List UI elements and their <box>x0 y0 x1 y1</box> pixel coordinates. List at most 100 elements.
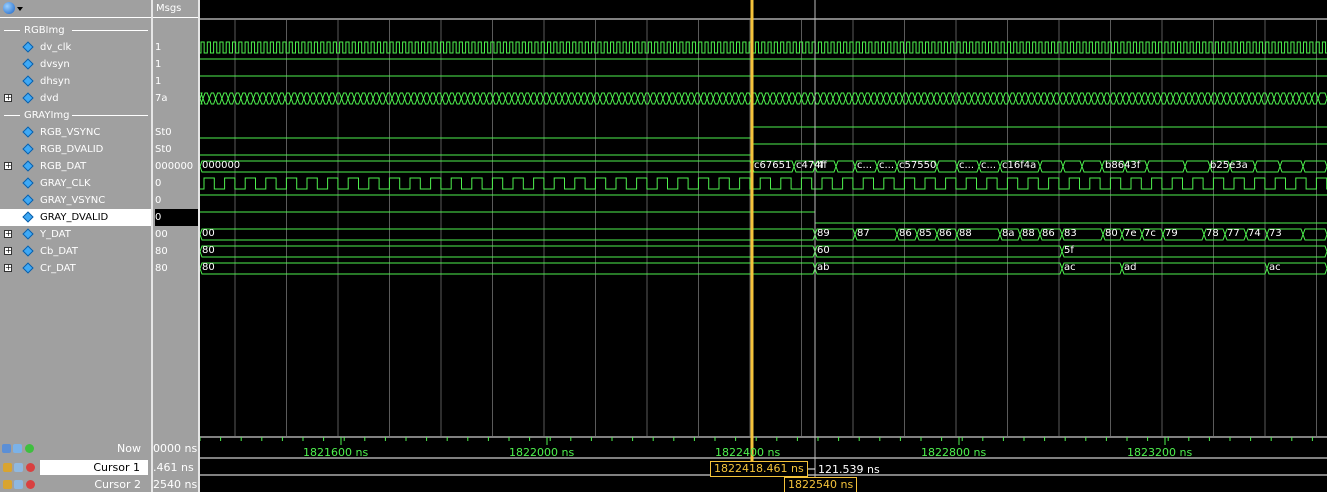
bus-value-label: 60 <box>817 245 830 256</box>
signal-value: 0 <box>155 195 162 206</box>
bus-segment <box>996 92 1004 105</box>
bus-segment <box>227 92 236 105</box>
signal-row[interactable]: + RGB_DAT <box>0 158 151 175</box>
monitor-icon[interactable] <box>13 444 22 453</box>
signal-row[interactable]: + dvd <box>0 90 151 107</box>
signal-row[interactable]: dhsyn <box>0 73 151 90</box>
signal-row[interactable]: dv_clk <box>0 39 151 56</box>
bus-segment <box>1254 92 1262 105</box>
dropdown-arrow-icon[interactable] <box>17 7 23 11</box>
wave-menu-icon[interactable] <box>3 2 15 14</box>
signal-row[interactable]: + Y_DAT <box>0 226 151 243</box>
edit-cursor-icon[interactable] <box>14 463 23 472</box>
bus-segment <box>1216 92 1225 105</box>
waveform-pane[interactable]: 000000 c67651 c474f 4f c... c... c57550 c... c..… <box>200 0 1327 492</box>
bus-segment <box>800 92 809 105</box>
bus-segment <box>448 92 456 105</box>
expand-icon[interactable]: + <box>4 247 12 255</box>
msgs-header: Msgs <box>153 0 198 18</box>
signal-row[interactable]: GRAY_CLK <box>0 175 151 192</box>
bus-value-label: b8643f <box>1105 160 1141 171</box>
bus-segment <box>1046 92 1055 105</box>
signal-row[interactable]: RGB_DVALID <box>0 141 151 158</box>
bus-segment <box>328 92 336 105</box>
bus-segment <box>1134 92 1143 105</box>
bus-segment <box>1302 228 1327 241</box>
signal-names-pane[interactable]: RGBImg dv_clk dvsyn dhsyn + dvd GRAYImg RGB_VSY… <box>0 0 151 492</box>
bus-segment <box>385 92 393 105</box>
signal-row[interactable]: dvsyn <box>0 56 151 73</box>
bus-value-label: 5f <box>1064 245 1074 256</box>
signal-row[interactable]: GRAY_DVALID <box>0 209 151 226</box>
bus-segment <box>936 160 958 173</box>
lock-icon[interactable] <box>3 480 12 489</box>
bus-segment <box>309 92 317 105</box>
clock-waveform <box>200 41 1327 54</box>
time-tick-label: 1822000 ns <box>509 446 575 459</box>
bus-segment <box>366 92 374 105</box>
signal-row[interactable]: + Cr_DAT <box>0 260 151 277</box>
bus-segment <box>1141 92 1149 105</box>
signal-name: dvd <box>40 93 59 104</box>
bus-segment <box>200 228 816 241</box>
signal-row[interactable]: GRAY_VSYNC <box>0 192 151 209</box>
bus-segment <box>1059 92 1067 105</box>
bus-segment <box>1103 92 1111 105</box>
bus-segment <box>517 92 525 105</box>
add-cursor-icon[interactable] <box>25 444 34 453</box>
signal-name: dhsyn <box>40 76 71 87</box>
bus-segment <box>290 92 299 105</box>
bus-segment <box>876 92 884 105</box>
signal-icon <box>22 194 34 206</box>
waveform-canvas[interactable] <box>200 0 1327 492</box>
group-header[interactable]: GRAYImg <box>0 107 151 124</box>
bus-segment <box>1235 92 1244 105</box>
bus-segment <box>908 92 916 105</box>
bus-segment <box>322 92 330 105</box>
cursor2-value: 2540 ns <box>153 478 198 491</box>
signal-name: RGB_VSYNC <box>40 127 101 138</box>
bus-segment <box>756 92 765 105</box>
signal-row[interactable]: + Cb_DAT <box>0 243 151 260</box>
bus-value-label: ac <box>1064 262 1076 273</box>
bus-segment <box>252 92 261 105</box>
delete-cursor-icon[interactable] <box>26 480 35 489</box>
bus-segment <box>1172 92 1181 105</box>
bus-segment <box>278 92 286 105</box>
lock-icon[interactable] <box>3 463 12 472</box>
signal-value: 000000 <box>155 161 194 172</box>
expand-icon[interactable]: + <box>4 94 12 102</box>
bus-segment <box>845 92 853 105</box>
bus-segment <box>681 92 689 105</box>
bus-value-label: c67651 <box>754 160 792 171</box>
bus-segment <box>504 92 513 105</box>
group-header[interactable]: RGBImg <box>0 22 151 39</box>
expand-icon[interactable]: + <box>4 230 12 238</box>
level-waveform <box>200 211 1327 224</box>
bus-value-label: ac <box>1269 262 1281 273</box>
bus-segment <box>775 92 784 105</box>
edit-cursor-icon[interactable] <box>14 480 23 489</box>
bus-segment <box>926 92 935 105</box>
bus-segment <box>1166 92 1174 105</box>
cursor2-row[interactable]: Cursor 2 <box>0 476 151 492</box>
cursor2-time-box[interactable]: 1822540 ns <box>784 477 858 492</box>
delete-cursor-icon[interactable] <box>26 463 35 472</box>
cursor1-row[interactable]: Cursor 1 <box>0 459 151 476</box>
bus-segment <box>826 92 834 105</box>
signal-value: 1 <box>155 76 162 87</box>
level-waveform <box>751 126 1327 138</box>
cursor1-time-box[interactable]: 1822418.461 ns <box>710 461 808 477</box>
bus-segment <box>511 92 519 105</box>
bus-segment <box>763 92 771 105</box>
bus-segment <box>599 92 607 105</box>
expand-icon[interactable]: + <box>4 264 12 272</box>
bus-segment <box>492 92 500 105</box>
bus-segment <box>473 92 481 105</box>
bus-value-label: c16f4a <box>1002 160 1037 171</box>
signal-row[interactable]: RGB_VSYNC <box>0 124 151 141</box>
bus-segment <box>1027 92 1036 105</box>
bus-segment <box>341 92 349 105</box>
zoom-icon[interactable] <box>2 444 11 453</box>
expand-icon[interactable]: + <box>4 162 12 170</box>
